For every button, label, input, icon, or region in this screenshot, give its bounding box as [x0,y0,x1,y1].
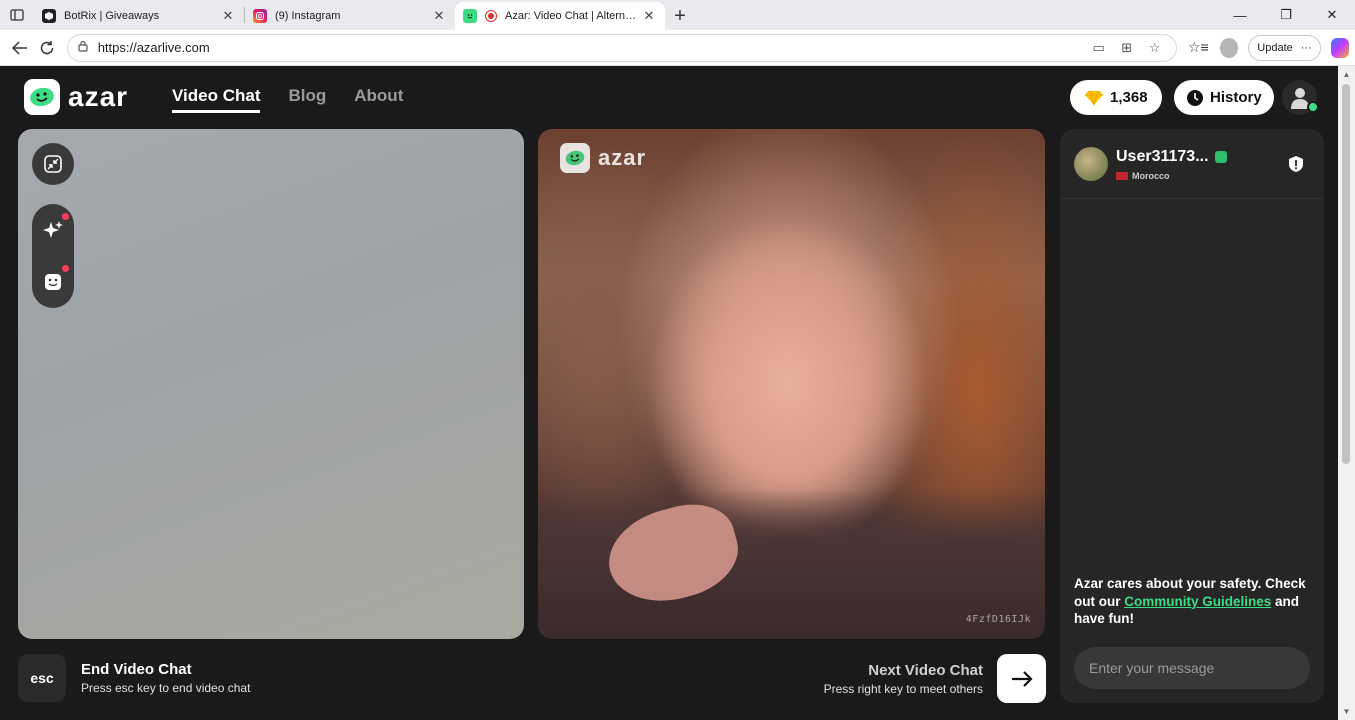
azar-logo-icon [560,143,590,173]
tab-azar[interactable]: Azar: Video Chat | Alternative ✕ [455,2,665,30]
close-window-button[interactable]: ✕ [1309,0,1355,30]
nav-video-chat[interactable]: Video Chat [172,86,261,113]
reload-icon [40,40,54,54]
page-scrollbar[interactable]: ▲ ▼ [1338,66,1355,720]
shrink-icon [44,155,62,173]
scroll-up-icon[interactable]: ▲ [1341,70,1352,79]
next-chat-title: Next Video Chat [868,661,983,679]
update-button[interactable]: Update ··· [1248,34,1321,61]
peer-name-text: User31173... [1116,148,1209,165]
my-video [18,129,524,639]
video-watermark-logo: azar [560,143,646,173]
face-mask-icon [45,274,61,290]
session-code: 4FzfD16IJk [965,614,1031,625]
next-chat-button[interactable] [997,654,1046,703]
gems-button[interactable]: 1,368 [1070,80,1162,115]
history-label: History [1210,89,1262,106]
close-icon[interactable]: ✕ [641,8,657,24]
update-label: Update [1257,41,1293,54]
lock-icon[interactable] [78,40,88,55]
reload-button[interactable] [33,33,60,63]
browser-toolbar: https://azarlive.com ▭ ⊞ ☆ ☆≡ Update ··· [0,30,1355,66]
window-controls: — ❐ ✕ [1217,0,1355,30]
tab-actions-button[interactable] [0,0,34,30]
instagram-icon [253,9,267,23]
gem-icon [1085,90,1103,106]
online-badge [1307,101,1319,113]
tab-title: Azar: Video Chat | Alternative [505,10,641,22]
scrollbar-thumb[interactable] [1342,84,1350,464]
safety-notice: Azar cares about your safety. Check out … [1074,575,1314,628]
effects-button[interactable] [32,204,74,256]
minimize-button[interactable]: — [1217,0,1263,30]
tab-actions-icon [10,9,24,21]
browser-tab-bar: BotRix | Giveaways ✕ (9) Instagram ✕ Aza… [0,0,1355,30]
peer-avatar[interactable] [1074,147,1108,181]
profile-avatar[interactable] [1220,37,1239,58]
peer-country-text: Morocco [1132,171,1170,181]
minimize-video-button[interactable] [32,143,74,185]
back-button[interactable] [6,33,33,63]
end-chat-button[interactable]: esc [18,654,66,702]
azar-logo-icon [24,79,60,115]
verified-shield-icon [1214,151,1227,163]
botrix-icon [42,9,56,23]
sticker-button[interactable] [32,256,74,308]
restore-button[interactable]: ❐ [1263,0,1309,30]
url-text: https://azarlive.com [97,40,210,55]
copilot-icon[interactable] [1330,37,1349,58]
morocco-flag-icon [1116,172,1128,180]
message-input[interactable] [1074,647,1310,689]
peer-country: Morocco [1116,171,1170,181]
close-icon[interactable]: ✕ [431,8,447,24]
effects-toolbar [32,204,74,308]
logo-text: azar [68,81,129,112]
nav-about[interactable]: About [354,86,403,113]
remote-video: azar 4FzfD16IJk [538,129,1045,639]
my-profile-button[interactable] [1282,80,1319,115]
camera-icon[interactable]: ▭ [1088,40,1110,56]
arrow-right-icon [1011,670,1033,687]
azar-logo[interactable]: azar [24,79,128,115]
history-button[interactable]: History [1174,80,1274,115]
new-dot [62,213,69,220]
favorites-button[interactable]: ☆≡ [1185,33,1212,63]
sparkle-icon [43,221,63,238]
end-chat-hint: Press esc key to end video chat [81,681,251,695]
azar-icon [463,9,477,23]
address-bar[interactable]: https://azarlive.com ▭ ⊞ ☆ [66,33,1177,62]
back-arrow-icon [11,40,27,55]
close-icon[interactable]: ✕ [220,8,236,24]
peer-header: User31173... Morocco [1060,129,1324,199]
gem-count: 1,368 [1110,89,1148,106]
tab-title: (9) Instagram [275,10,341,22]
next-chat-hint: Press right key to meet others [823,681,983,696]
app-available-icon[interactable]: ⊞ [1116,40,1138,56]
tab-title: BotRix | Giveaways [64,10,160,22]
favorites-icon: ☆≡ [1187,39,1209,55]
peer-name[interactable]: User31173... [1116,148,1227,166]
new-dot [62,265,69,272]
clock-icon [1187,89,1203,106]
azar-page: azar Video Chat Blog About 1,368 History [4,66,1338,718]
site-header: azar Video Chat Blog About 1,368 History [4,66,1338,128]
favorite-star-icon[interactable]: ☆ [1144,40,1166,56]
watermark-text: azar [598,145,647,170]
scroll-down-icon[interactable]: ▼ [1341,707,1352,716]
next-chat-control: Next Video Chat Press right key to meet … [824,654,1046,703]
new-tab-button[interactable]: + [665,2,695,30]
recording-icon [485,10,497,22]
more-menu-icon[interactable]: ··· [1301,42,1312,54]
end-chat-title: End Video Chat [81,661,192,678]
nav-blog[interactable]: Blog [288,86,326,113]
tab-instagram[interactable]: (9) Instagram ✕ [245,2,455,30]
main-nav: Video Chat Blog About [172,86,403,113]
tab-botrix[interactable]: BotRix | Giveaways ✕ [34,2,244,30]
end-chat-control: esc End Video Chat Press esc key to end … [18,654,250,702]
chat-panel: User31173... Morocco Azar cares about yo… [1060,129,1324,703]
community-guidelines-link[interactable]: Community Guidelines [1124,594,1271,609]
report-shield-icon[interactable] [1288,155,1304,173]
